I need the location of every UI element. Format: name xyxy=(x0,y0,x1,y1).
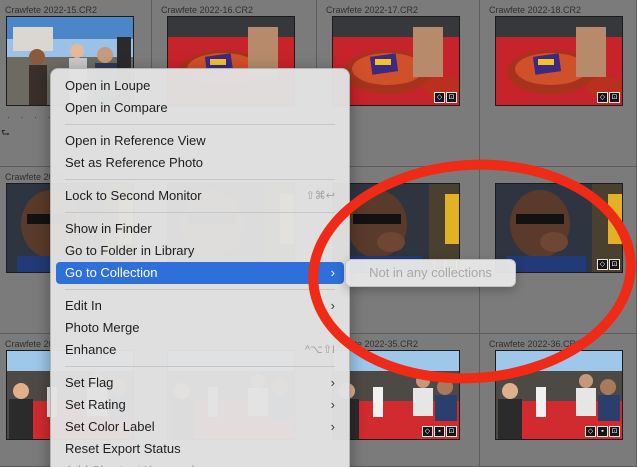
menu-item-set-color-label[interactable]: Set Color Label › xyxy=(56,416,344,438)
menu-item-go-to-folder-in-library[interactable]: Go to Folder in Library xyxy=(56,240,344,262)
tag-icon[interactable]: ◇ xyxy=(597,259,608,270)
menu-item-open-in-loupe[interactable]: Open in Loupe xyxy=(56,75,344,97)
menu-item-label: Show in Finder xyxy=(65,221,152,236)
cell-filename: Crawfete 2022-36.CR2 xyxy=(489,339,582,349)
photo-thumbnail[interactable]: ◇⊡ xyxy=(332,16,460,106)
menu-item-label: Go to Collection xyxy=(65,265,158,280)
tag-icon[interactable]: ◇ xyxy=(597,92,608,103)
menu-item-label: Set Flag xyxy=(65,375,114,390)
chevron-right-icon: › xyxy=(330,298,335,313)
crop-icon[interactable]: ⊡ xyxy=(609,259,620,270)
menu-separator xyxy=(65,212,335,213)
crop-icon[interactable]: ⊡ xyxy=(609,92,620,103)
menu-item-label: Reset Export Status xyxy=(65,441,181,456)
tag-icon[interactable]: ◇ xyxy=(422,426,433,437)
flag-icon[interactable]: ▪ xyxy=(597,426,608,437)
cell-filename: Crawfete 2022-15.CR2 xyxy=(5,5,98,15)
menu-item-label: Enhance xyxy=(65,342,117,357)
tag-icon[interactable]: ◇ xyxy=(434,92,445,103)
tag-icon[interactable]: ◇ xyxy=(585,426,596,437)
cell-filename: Crawfete 2022-17.CR2 xyxy=(326,5,419,15)
menu-item-set-flag[interactable]: Set Flag › xyxy=(56,372,344,394)
menu-item-lock-to-second-monitor[interactable]: Lock to Second Monitor ⇧⌘↩ xyxy=(56,185,344,207)
menu-item-show-in-finder[interactable]: Show in Finder xyxy=(56,218,344,240)
menu-item-label: Go to Folder in Library xyxy=(65,243,195,258)
menu-item-label: Open in Loupe xyxy=(65,78,151,93)
submenu-item-not-in-collections: Not in any collections xyxy=(369,265,492,280)
menu-item-label: Add Shortcut Keyword xyxy=(65,463,194,467)
menu-separator xyxy=(65,124,335,125)
menu-separator xyxy=(65,366,335,367)
flag-icon[interactable]: ▪ xyxy=(434,426,445,437)
menu-item-label: Edit In xyxy=(65,298,102,313)
chevron-right-icon: › xyxy=(330,397,335,412)
menu-item-set-as-reference-photo[interactable]: Set as Reference Photo xyxy=(56,152,344,174)
menu-item-label: Set Rating xyxy=(65,397,126,412)
rating-dots[interactable]: · · · · xyxy=(7,112,55,122)
cell-filename: Crawfete 2022-16.CR2 xyxy=(161,5,254,15)
rotate-icon[interactable]: ⮑ xyxy=(1,126,10,143)
menu-item-label: Set as Reference Photo xyxy=(65,155,204,170)
cell-filename: Crawfete 2022-18.CR2 xyxy=(489,5,582,15)
chevron-right-icon: › xyxy=(330,265,335,280)
menu-item-label: Open in Reference View xyxy=(65,133,206,148)
menu-separator xyxy=(65,289,335,290)
grid-cell[interactable]: ◇⊡ xyxy=(480,167,637,334)
menu-item-open-in-compare[interactable]: Open in Compare xyxy=(56,97,344,119)
menu-item-label: Open in Compare xyxy=(65,100,168,115)
chevron-right-icon: › xyxy=(330,375,335,390)
menu-separator xyxy=(65,179,335,180)
context-menu: Open in Loupe Open in Compare Open in Refe… xyxy=(50,68,350,467)
grid-cell[interactable]: Crawfete 2022-36.CR2 ◇ ▪ ⊡ xyxy=(480,334,637,467)
menu-item-go-to-collection[interactable]: Go to Collection › xyxy=(56,262,344,284)
photo-thumbnail[interactable]: ◇⊡ xyxy=(495,183,623,273)
crop-icon[interactable]: ⊡ xyxy=(446,426,457,437)
chevron-right-icon: › xyxy=(330,419,335,434)
menu-item-enhance[interactable]: Enhance ^⌥⇧I xyxy=(56,339,344,361)
menu-item-edit-in[interactable]: Edit In › xyxy=(56,295,344,317)
photo-thumbnail[interactable]: ◇ ▪ ⊡ xyxy=(332,350,460,440)
menu-item-shortcut: ^⌥⇧I xyxy=(304,344,335,356)
chevron-right-icon: › xyxy=(330,320,335,335)
menu-item-photo-merge[interactable]: Photo Merge › xyxy=(56,317,344,339)
photo-thumbnail[interactable]: ◇ ▪ ⊡ xyxy=(495,350,623,440)
menu-item-shortcut: ⇧⌘↩ xyxy=(305,190,335,202)
crop-icon[interactable]: ⊡ xyxy=(446,92,457,103)
crop-icon[interactable]: ⊡ xyxy=(609,426,620,437)
menu-item-reset-export-status[interactable]: Reset Export Status xyxy=(56,438,344,460)
menu-item-add-shortcut-keyword[interactable]: Add Shortcut Keyword xyxy=(56,460,344,467)
menu-item-label: Set Color Label xyxy=(65,419,155,434)
grid-cell[interactable]: Crawfete 2022-18.CR2 ◇ ⊡ xyxy=(480,0,637,167)
menu-item-label: Photo Merge xyxy=(65,320,140,335)
collection-submenu: Not in any collections xyxy=(345,259,516,287)
menu-item-open-in-reference-view[interactable]: Open in Reference View xyxy=(56,130,344,152)
menu-item-set-rating[interactable]: Set Rating › xyxy=(56,394,344,416)
photo-thumbnail[interactable]: ◇⊡ xyxy=(495,16,623,106)
menu-item-label: Lock to Second Monitor xyxy=(65,188,202,203)
